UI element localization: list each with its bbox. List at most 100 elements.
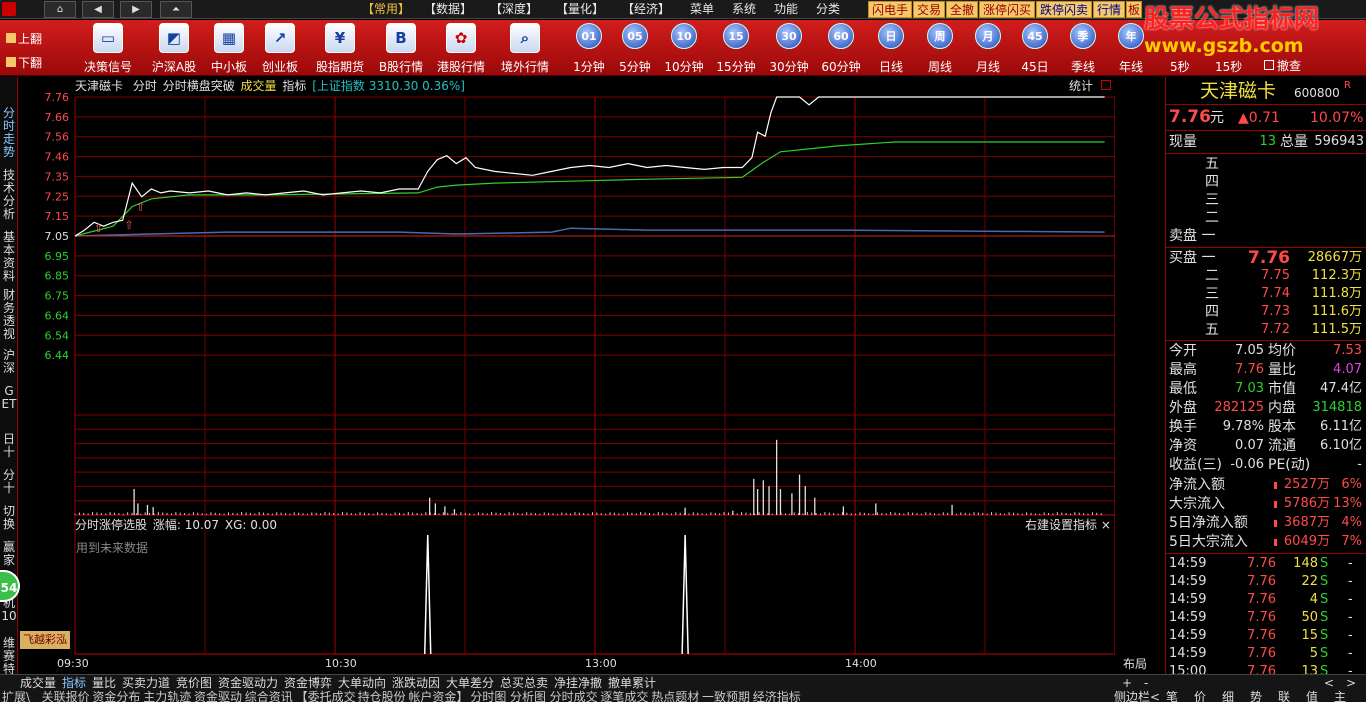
function-tab[interactable]: 资金驱动 (194, 690, 242, 702)
side-tab[interactable]: 联 (1278, 690, 1290, 702)
vtab-min10[interactable]: 分十 (1, 469, 17, 495)
tick-row[interactable]: 14:59 7.76 22 S - (1166, 573, 1366, 591)
indicator-tab[interactable]: 指标 (62, 676, 86, 690)
sub-settings[interactable]: 右建设置指标 × (1025, 517, 1111, 533)
side-tab[interactable]: 势 (1250, 690, 1262, 702)
board-button[interactable]: 板 (1126, 1, 1142, 18)
menu-depth[interactable]: 【深度】 (490, 2, 538, 17)
period-45日[interactable]: 45 45日 (1015, 20, 1055, 76)
tick-row[interactable]: 14:59 7.76 5 S - (1166, 645, 1366, 663)
layout-button[interactable]: 布局 (1123, 655, 1147, 672)
indicator-tab[interactable]: 买卖力道 (122, 676, 170, 690)
limit-down-sell-button[interactable]: 跌停闪卖 (1036, 1, 1092, 18)
function-tab[interactable]: 关联报价 (42, 690, 90, 702)
period-30分钟[interactable]: 30 30分钟 (769, 20, 809, 76)
indicator-tab[interactable]: 大单差分 (446, 676, 494, 690)
forward-icon[interactable]: ▶ (120, 1, 152, 18)
function-tab[interactable]: 经济指标 (753, 690, 801, 702)
vtab-winner[interactable]: 赢家 (1, 541, 17, 567)
indicator-tab[interactable]: 撤单累计 (608, 676, 656, 690)
cancel-all-button[interactable]: 全撤 (946, 1, 978, 18)
menu-common[interactable]: 【常用】 (362, 2, 410, 17)
menu-function[interactable]: 功能 (774, 2, 798, 17)
5s-button[interactable]: 5秒 (1170, 58, 1190, 75)
indicator-tab[interactable]: 大单动向 (338, 676, 386, 690)
period-1分钟[interactable]: 01 1分钟 (569, 20, 609, 76)
tick-row[interactable]: 14:59 7.76 4 S - (1166, 591, 1366, 609)
period-5分钟[interactable]: 05 5分钟 (615, 20, 655, 76)
indicator-tab[interactable]: 净挂净撤 (554, 676, 602, 690)
indicator-tab[interactable]: 资金驱动力 (218, 676, 278, 690)
quotes-button[interactable]: 行情 (1093, 1, 1125, 18)
function-tab[interactable]: 一致预期 (702, 690, 750, 702)
cancel-query-button[interactable]: 撤查 (1264, 57, 1301, 74)
side-tab[interactable]: 主 (1334, 690, 1346, 702)
indicator-tab[interactable]: 总买总卖 (500, 676, 548, 690)
15s-button[interactable]: 15秒 (1215, 58, 1242, 75)
period-日线[interactable]: 日日线 (871, 20, 911, 76)
vtab-day10[interactable]: 日十 (1, 433, 17, 459)
vtab-switch[interactable]: 切换 (1, 505, 17, 531)
limit-up-buy-button[interactable]: 涨停闪买 (979, 1, 1035, 18)
indicator-tab[interactable]: 竞价图 (176, 676, 212, 690)
menu-system[interactable]: 系统 (732, 2, 756, 17)
function-tab[interactable]: 帐户资金】 (408, 690, 468, 702)
tick-time: 14:59 (1169, 574, 1207, 589)
period-周线[interactable]: 周周线 (920, 20, 960, 76)
tick-row[interactable]: 14:59 7.76 50 S - (1166, 609, 1366, 627)
function-tab[interactable]: 综合资讯 (245, 690, 293, 702)
function-tab[interactable]: 持仓股份 (358, 690, 406, 702)
indicator-tab[interactable]: 量比 (92, 676, 116, 690)
function-tab[interactable]: 主力轨迹 (143, 690, 191, 702)
side-tab[interactable]: 细 (1222, 690, 1234, 702)
vtab-technical[interactable]: 技术分析 (1, 169, 17, 221)
function-tab[interactable]: 资金分布 (92, 690, 140, 702)
menu-menu[interactable]: 菜单 (690, 2, 714, 17)
zoom-control-button[interactable]: + (1122, 676, 1132, 690)
vtab-intraday[interactable]: 分时走势 (1, 107, 17, 159)
zoom-control-button[interactable]: < (1324, 676, 1334, 690)
home-icon[interactable]: ⌂ (44, 1, 76, 18)
function-tab[interactable]: 扩展\ (2, 690, 30, 702)
trade-button[interactable]: 交易 (913, 1, 945, 18)
up-icon[interactable]: ⏶ (160, 1, 192, 18)
period-季线[interactable]: 季季线 (1063, 20, 1103, 76)
zoom-control-button[interactable]: - (1144, 676, 1148, 690)
vtab-basic-info[interactable]: 基本资料 (1, 231, 17, 283)
function-tab[interactable]: 【委托成交 (296, 690, 356, 702)
indicator-tab[interactable]: 涨跌动因 (392, 676, 440, 690)
period-月线[interactable]: 月月线 (968, 20, 1008, 76)
function-tab[interactable]: 分时成交 (550, 690, 598, 702)
function-tab[interactable]: 热点题材 (651, 690, 699, 702)
chart-svg[interactable]: 7.76 7.66 7.56 7.46 7.35 7.25 7.15 7.05 6.95 6.85… (19, 77, 1115, 689)
period-60分钟[interactable]: 60 60分钟 (821, 20, 861, 76)
function-tab[interactable]: 分析图 (510, 690, 546, 702)
menu-data[interactable]: 【数据】 (424, 2, 472, 17)
side-tab[interactable]: 值 (1306, 690, 1318, 702)
flash-trade-button[interactable]: 闪电手 (868, 1, 912, 18)
tick-row[interactable]: 14:59 7.76 15 S - (1166, 627, 1366, 645)
vtab-shsz[interactable]: 沪深 (1, 349, 17, 375)
sub-indicator-name[interactable]: 分时涨停选股 (75, 518, 147, 532)
side-tab[interactable]: 笔 (1166, 690, 1178, 702)
zoom-control-button[interactable]: > (1346, 676, 1356, 690)
page-up-button[interactable]: 上翻 (6, 30, 42, 47)
menu-category[interactable]: 分类 (816, 2, 840, 17)
menu-quant[interactable]: 【量化】 (556, 2, 604, 17)
menu-economy[interactable]: 【经济】 (622, 2, 670, 17)
indicator-tab[interactable]: 资金博弈 (284, 676, 332, 690)
function-tab[interactable]: 逐笔成交 (600, 690, 648, 702)
sub-close-icon[interactable]: × (1101, 518, 1111, 532)
intraday-chart-area[interactable]: 天津磁卡 分时 分时横盘突破 成交量 指标 [上证指数 3310.30 0.36… (19, 77, 1148, 689)
side-tab[interactable]: 价 (1194, 690, 1206, 702)
tick-row[interactable]: 14:59 7.76 148 S - (1166, 555, 1366, 573)
side-tab[interactable]: 侧边栏< (1114, 690, 1160, 702)
period-15分钟[interactable]: 15 15分钟 (716, 20, 756, 76)
vtab-finance[interactable]: 财务透视 (1, 289, 17, 341)
back-icon[interactable]: ◀ (82, 1, 114, 18)
function-tab[interactable]: 分时图 (470, 690, 506, 702)
period-10分钟[interactable]: 10 10分钟 (664, 20, 704, 76)
page-down-button[interactable]: 下翻 (6, 54, 42, 71)
vtab-get[interactable]: GET (1, 385, 17, 411)
indicator-tab[interactable]: 成交量 (20, 676, 56, 690)
